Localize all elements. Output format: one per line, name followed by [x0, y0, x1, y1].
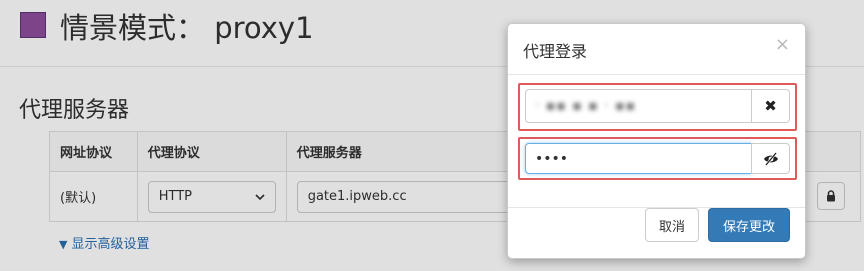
eye-slash-icon	[763, 151, 778, 166]
password-value: ••••	[535, 150, 569, 167]
dialog-title: 代理登录	[523, 42, 588, 61]
close-icon[interactable]: ×	[775, 34, 790, 55]
save-changes-button[interactable]: 保存更改	[708, 208, 790, 242]
proxy-login-dialog: 代理登录 × · ▪▪ ▪ ▪ · ▪▪ ✖ •••• 取消 保存更改	[507, 23, 806, 259]
dialog-header-divider	[508, 74, 805, 75]
toggle-password-visibility-button[interactable]	[751, 143, 790, 174]
username-input[interactable]: · ▪▪ ▪ ▪ · ▪▪	[525, 89, 752, 123]
password-field-highlight: ••••	[518, 137, 797, 180]
clear-icon: ✖	[764, 97, 777, 115]
password-input[interactable]: ••••	[525, 143, 752, 174]
username-field-highlight: · ▪▪ ▪ ▪ · ▪▪ ✖	[518, 83, 797, 131]
clear-username-button[interactable]: ✖	[751, 89, 790, 123]
username-value: · ▪▪ ▪ ▪ · ▪▪	[535, 98, 637, 114]
cancel-button[interactable]: 取消	[645, 208, 699, 242]
